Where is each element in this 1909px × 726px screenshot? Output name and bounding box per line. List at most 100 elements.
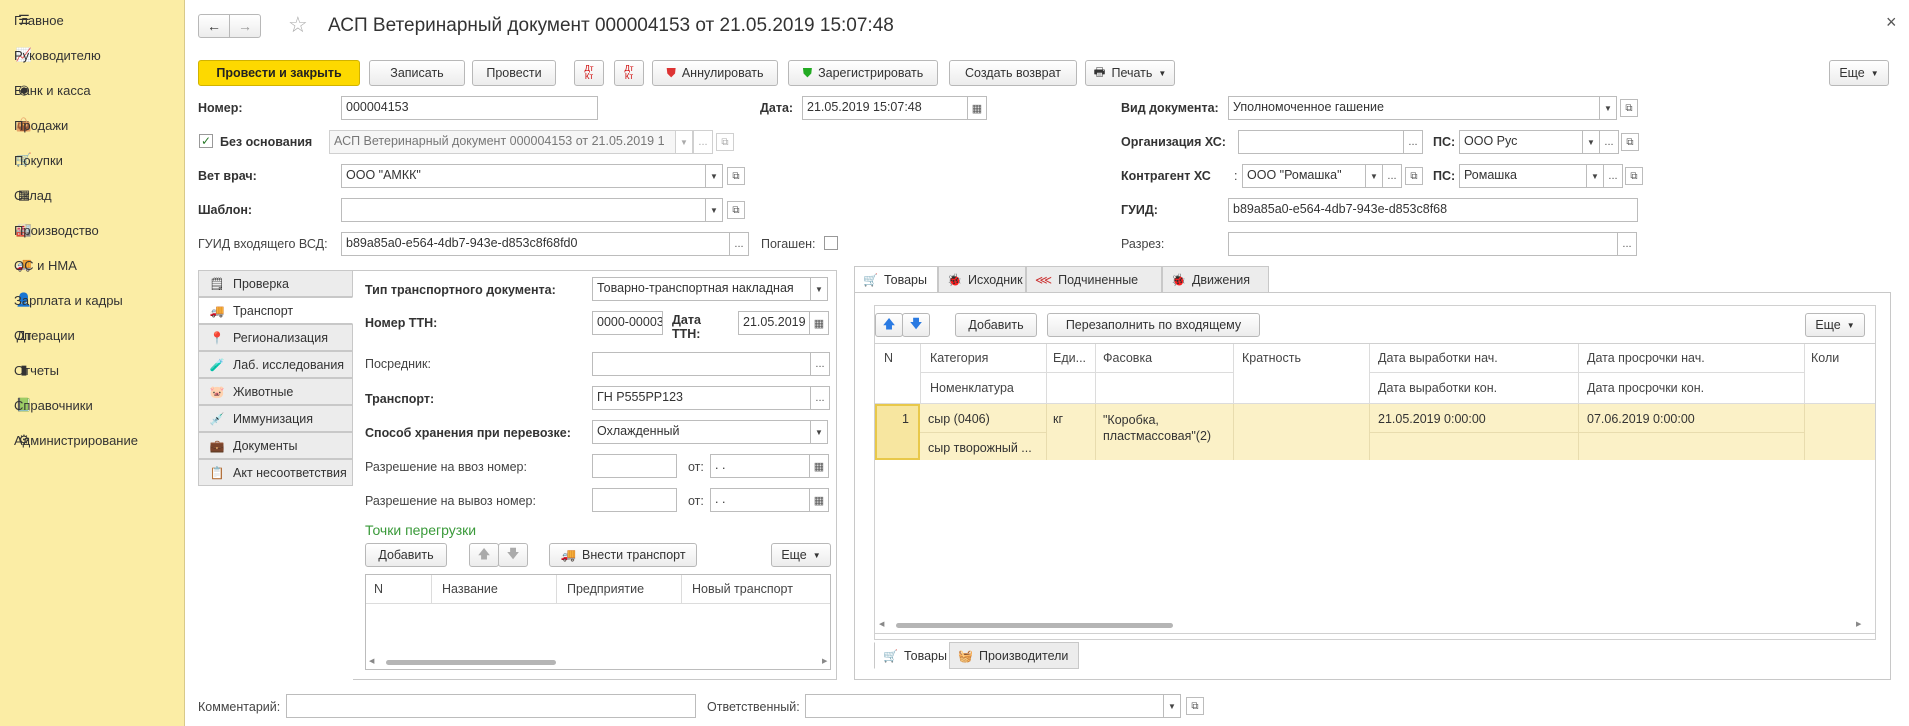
goods-col-qty[interactable]: Коли bbox=[1811, 351, 1839, 365]
open-icon[interactable]: ⧉ bbox=[1405, 167, 1423, 185]
open-icon[interactable]: ⧉ bbox=[1620, 99, 1638, 117]
middleman-field[interactable] bbox=[592, 352, 811, 376]
close-icon[interactable]: × bbox=[1886, 12, 1897, 33]
add-transport-button[interactable]: 🚚 Внести транспорт bbox=[549, 543, 697, 567]
right-tab-4[interactable]: 🐞 Движения bbox=[1162, 266, 1269, 293]
bottom-tab-1[interactable]: 🛒 Товары bbox=[874, 642, 950, 669]
template-field[interactable] bbox=[341, 198, 706, 222]
vehicle-field[interactable]: ГН Р555РР123 bbox=[592, 386, 811, 410]
open-icon[interactable]: ⧉ bbox=[727, 167, 745, 185]
dt-kt-button-1[interactable]: Дт Кт bbox=[574, 60, 604, 86]
goods-col-ratio[interactable]: Кратность bbox=[1242, 351, 1301, 365]
goods-more-button[interactable]: Еще ▼ bbox=[1805, 313, 1865, 337]
open-icon[interactable]: ⧉ bbox=[727, 201, 745, 219]
right-tab-3[interactable]: ⋘ Подчиненные bbox=[1026, 266, 1162, 293]
ellipsis-icon[interactable]: ... bbox=[810, 386, 830, 410]
goods-col-prod-start[interactable]: Дата выработки нач. bbox=[1378, 351, 1498, 365]
ellipsis-icon[interactable]: ... bbox=[810, 352, 830, 376]
vet-field[interactable]: ООО "АМКК" bbox=[341, 164, 706, 188]
move-down-button[interactable]: 🡇 bbox=[498, 543, 528, 567]
chevron-down-icon[interactable]: ▼ bbox=[1599, 96, 1617, 120]
sidebar-item-5[interactable]: 🛒 Покупки bbox=[0, 145, 185, 175]
dt-kt-button-2[interactable]: Дт Кт bbox=[614, 60, 644, 86]
goods-add-button[interactable]: Добавить bbox=[955, 313, 1037, 337]
sidebar-item-13[interactable]: ⚙ Администрирование bbox=[0, 425, 185, 455]
post-and-close-button[interactable]: Провести и закрыть bbox=[198, 60, 360, 86]
import-number-field[interactable] bbox=[592, 454, 677, 478]
left-tab-6[interactable]: 💉 Иммунизация bbox=[198, 405, 353, 432]
goods-col-exp-end[interactable]: Дата просрочки кон. bbox=[1587, 381, 1704, 395]
doc-type-field[interactable]: Уполномоченное гашение bbox=[1228, 96, 1600, 120]
left-tab-2[interactable]: 🚚 Транспорт bbox=[198, 297, 353, 324]
ellipsis-icon[interactable]: ... bbox=[1382, 164, 1402, 188]
register-button[interactable]: ⛊ Зарегистрировать bbox=[788, 60, 938, 86]
reload-col-new-transport[interactable]: Новый транспорт bbox=[692, 582, 793, 596]
sidebar-item-3[interactable]: ◉ Банк и касса bbox=[0, 75, 185, 105]
repaid-checkbox[interactable] bbox=[824, 236, 838, 250]
storage-field[interactable]: Охлажденный bbox=[592, 420, 811, 444]
left-tab-4[interactable]: 🧪 Лаб. исследования bbox=[198, 351, 353, 378]
left-tab-7[interactable]: 💼 Документы bbox=[198, 432, 353, 459]
ttn-field[interactable]: 0000-00003 bbox=[592, 311, 663, 335]
chevron-down-icon[interactable]: ▼ bbox=[1582, 130, 1600, 154]
sidebar-item-6[interactable]: ▦ Склад bbox=[0, 180, 185, 210]
bottom-tab-2[interactable]: 🧺 Производители bbox=[949, 642, 1079, 669]
calendar-icon[interactable]: ▦ bbox=[809, 488, 829, 512]
more-button[interactable]: Еще ▼ bbox=[1829, 60, 1889, 86]
chevron-down-icon[interactable]: ▼ bbox=[705, 164, 723, 188]
ellipsis-icon[interactable]: ... bbox=[1617, 232, 1637, 256]
reload-scrollbar[interactable] bbox=[386, 660, 556, 665]
guid-in-field[interactable]: b89a85a0-e564-4db7-943e-d853c8f68fd0 bbox=[341, 232, 730, 256]
right-tab-1[interactable]: 🛒 Товары bbox=[854, 266, 938, 293]
left-tab-5[interactable]: 🐷 Животные bbox=[198, 378, 353, 405]
responsible-field[interactable] bbox=[805, 694, 1164, 718]
no-basis-checkbox[interactable]: ✓ bbox=[199, 134, 213, 148]
favorite-star-icon[interactable]: ☆ bbox=[288, 12, 308, 38]
ellipsis-icon[interactable]: ... bbox=[1599, 130, 1619, 154]
number-field[interactable]: 000004153 bbox=[341, 96, 598, 120]
goods-down-button[interactable]: 🡇 bbox=[902, 313, 930, 337]
reload-add-button[interactable]: Добавить bbox=[365, 543, 447, 567]
goods-col-unit[interactable]: Еди... bbox=[1053, 351, 1086, 365]
date-field[interactable]: 21.05.2019 15:07:48 bbox=[802, 96, 968, 120]
reload-more-button[interactable]: Еще ▼ bbox=[771, 543, 831, 567]
scroll-right-icon[interactable]: ▶ bbox=[822, 657, 827, 665]
chevron-down-icon[interactable]: ▼ bbox=[705, 198, 723, 222]
calendar-icon[interactable]: ▦ bbox=[809, 454, 829, 478]
goods-col-prod-end[interactable]: Дата выработки кон. bbox=[1378, 381, 1497, 395]
left-tab-1[interactable]: 🗒 Проверка bbox=[198, 270, 353, 297]
sidebar-item-2[interactable]: 📈 Руководителю bbox=[0, 40, 185, 70]
import-date-field[interactable]: . . bbox=[710, 454, 810, 478]
right-tab-2[interactable]: 🐞 Исходник bbox=[938, 266, 1026, 293]
chevron-down-icon[interactable]: ▼ bbox=[1365, 164, 1383, 188]
ttn-date-field[interactable]: 21.05.2019 bbox=[738, 311, 810, 335]
sidebar-item-11[interactable]: ▮ Отчеты bbox=[0, 355, 185, 385]
ps-field-1[interactable]: ООО Рус bbox=[1459, 130, 1583, 154]
goods-col-nomenclature[interactable]: Номенклатура bbox=[930, 381, 1014, 395]
scroll-left-icon[interactable]: ◀ bbox=[879, 620, 884, 628]
sidebar-item-1[interactable]: ☰ Главное bbox=[0, 5, 185, 35]
ps-field-2[interactable]: Ромашка bbox=[1459, 164, 1587, 188]
calendar-icon[interactable]: ▦ bbox=[967, 96, 987, 120]
open-icon[interactable]: ⧉ bbox=[1621, 133, 1639, 151]
section-field[interactable] bbox=[1228, 232, 1618, 256]
forward-button[interactable]: → bbox=[229, 14, 261, 38]
create-return-button[interactable]: Создать возврат bbox=[949, 60, 1077, 86]
ellipsis-icon[interactable]: ... bbox=[1603, 164, 1623, 188]
guid-field[interactable]: b89a85a0-e564-4db7-943e-d853c8f68 bbox=[1228, 198, 1638, 222]
save-button[interactable]: Записать bbox=[369, 60, 465, 86]
left-tab-3[interactable]: 📍 Регионализация bbox=[198, 324, 353, 351]
reload-col-n[interactable]: N bbox=[374, 582, 383, 596]
sidebar-item-10[interactable]: Дт Операции bbox=[0, 320, 185, 350]
ellipsis-icon[interactable]: ... bbox=[729, 232, 749, 256]
open-icon[interactable]: ⧉ bbox=[1625, 167, 1643, 185]
open-icon[interactable]: ⧉ bbox=[1186, 697, 1204, 715]
annul-button[interactable]: ⛊ Аннулировать bbox=[652, 60, 778, 86]
goods-col-packing[interactable]: Фасовка bbox=[1103, 351, 1152, 365]
chevron-down-icon[interactable]: ▼ bbox=[1163, 694, 1181, 718]
calendar-icon[interactable]: ▦ bbox=[809, 311, 829, 335]
export-date-field[interactable]: . . bbox=[710, 488, 810, 512]
chevron-down-icon[interactable]: ▼ bbox=[1586, 164, 1604, 188]
print-button[interactable]: 🖶 Печать ▼ bbox=[1085, 60, 1175, 86]
reload-col-enterprise[interactable]: Предприятие bbox=[567, 582, 644, 596]
